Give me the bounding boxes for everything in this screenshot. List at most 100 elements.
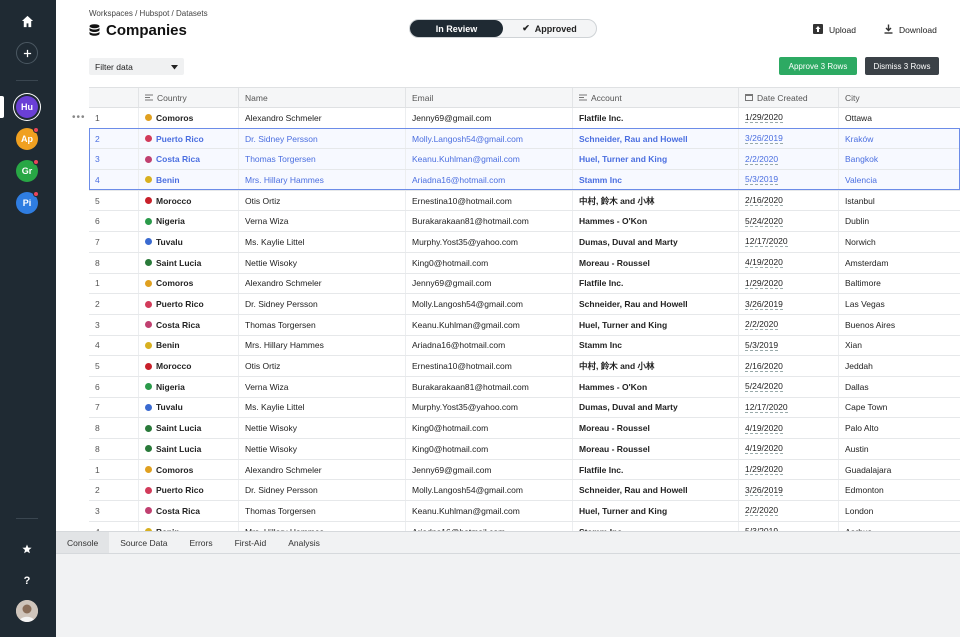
cell-email[interactable]: Molly.Langosh54@gmail.com (406, 294, 573, 314)
cell-date-created[interactable]: 2/2/2020 (739, 501, 839, 521)
row-number[interactable]: 3 (89, 501, 139, 521)
cell-country[interactable]: Benin (139, 521, 239, 531)
tab-approved[interactable]: ✔ Approved (503, 20, 596, 37)
tab-errors[interactable]: Errors (178, 532, 223, 553)
cell-date-created[interactable]: 2/2/2020 (739, 149, 839, 170)
row-number[interactable]: 3 (89, 314, 139, 335)
cell-account[interactable]: Stamm Inc (573, 170, 739, 190)
cell-city[interactable]: Dallas (839, 377, 960, 397)
cell-name[interactable]: Nettie Wisoky (239, 439, 406, 459)
cell-date-created[interactable]: 5/24/2020 (739, 211, 839, 232)
cell-name[interactable]: Thomas Torgersen (239, 149, 406, 170)
cell-account[interactable]: Moreau - Roussel (573, 418, 739, 438)
cell-city[interactable]: Palo Alto (839, 418, 960, 438)
row-number[interactable]: 2 (89, 480, 139, 501)
cell-date-created[interactable]: 2/16/2020 (739, 190, 839, 211)
cell-account[interactable]: Stamm Inc (573, 521, 739, 531)
cell-city[interactable]: Jeddah (839, 356, 960, 376)
row-number[interactable]: 8 (89, 418, 139, 438)
dismiss-rows-button[interactable]: Dismiss 3 Rows (865, 57, 939, 75)
table-row[interactable]: 7 Tuvalu Ms. Kaylie Littel Murphy.Yost35@ya… (89, 232, 960, 253)
table-row[interactable]: 1 Comoros Alexandro Schmeler Jenny69@gmail.… (89, 459, 960, 481)
cell-email[interactable]: Murphy.Yost35@yahoo.com (406, 232, 573, 252)
cell-country[interactable]: Costa Rica (139, 501, 239, 521)
table-row[interactable]: 4BeninMrs. Hillary HammesAriadna16@hotma… (89, 170, 960, 191)
cell-country[interactable]: Comoros (139, 459, 239, 480)
row-number[interactable]: 4 (89, 335, 139, 356)
cell-name[interactable]: Verna Wiza (239, 376, 406, 397)
table-row[interactable]: 2 Puerto Rico Dr. Sidney Persson Molly.Lang… (89, 294, 960, 315)
cell-date-created[interactable]: 4/19/2020 (739, 418, 839, 438)
cell-email[interactable]: King0@hotmail.com (406, 439, 573, 459)
workspace-avatar-gr[interactable]: Gr (16, 159, 39, 182)
cell-date-created[interactable]: 2/16/2020 (739, 356, 839, 376)
cell-country[interactable]: Tuvalu (139, 397, 239, 418)
cell-account[interactable]: Dumas, Duval and Marty (573, 232, 739, 252)
cell-country[interactable]: Morocco (139, 356, 239, 376)
cell-date-created[interactable]: 4/19/2020 (739, 252, 839, 273)
star-icon[interactable] (16, 538, 38, 560)
cell-account[interactable]: Moreau - Roussel (573, 252, 739, 273)
cell-city[interactable]: Edmonton (839, 480, 960, 500)
column-header-city[interactable]: City (839, 88, 960, 107)
table-row[interactable]: 8 Saint Lucia Nettie Wisoky King0@hotmail.c… (89, 439, 960, 460)
download-button[interactable]: Download (884, 24, 937, 36)
row-number[interactable]: 1 (89, 108, 139, 128)
row-number[interactable]: 3 (89, 149, 139, 170)
cell-country[interactable]: Morocco (139, 190, 239, 211)
cell-city[interactable]: Xian (839, 336, 960, 356)
row-number[interactable]: 2 (89, 128, 139, 149)
cell-account[interactable]: 中村, 鈴木 and 小林 (573, 356, 739, 376)
cell-date-created[interactable]: 5/3/2019 (739, 170, 839, 190)
cell-email[interactable]: Jenny69@gmail.com (406, 459, 573, 480)
cell-date-created[interactable]: 4/19/2020 (739, 439, 839, 459)
cell-email[interactable]: Keanu.Kuhlman@gmail.com (406, 314, 573, 335)
cell-name[interactable]: Dr. Sidney Persson (239, 128, 406, 149)
cell-name[interactable]: Ms. Kaylie Littel (239, 232, 406, 252)
cell-date-created[interactable]: 12/17/2020 (739, 397, 839, 418)
row-number[interactable]: 5 (89, 190, 139, 211)
cell-email[interactable]: Ernestina10@hotmail.com (406, 190, 573, 211)
tab-console[interactable]: Console (56, 532, 110, 553)
table-row[interactable]: 8 Saint Lucia Nettie Wisoky King0@hotmail.c… (89, 252, 960, 274)
cell-city[interactable]: Istanbul (839, 191, 960, 211)
cell-account[interactable]: Schneider, Rau and Howell (573, 480, 739, 501)
cell-city[interactable]: Las Vegas (839, 294, 960, 314)
cell-country[interactable]: Costa Rica (139, 314, 239, 335)
cell-email[interactable]: Keanu.Kuhlman@gmail.com (406, 501, 573, 521)
cell-country[interactable]: Benin (139, 335, 239, 356)
table-row[interactable]: 7 Tuvalu Ms. Kaylie Littel Murphy.Yost35@ya… (89, 397, 960, 419)
cell-name[interactable]: Otis Ortiz (239, 356, 406, 376)
cell-email[interactable]: Ernestina10@hotmail.com (406, 356, 573, 376)
cell-country[interactable]: Tuvalu (139, 232, 239, 252)
tab-in-review[interactable]: In Review (410, 20, 503, 37)
cell-name[interactable]: Otis Ortiz (239, 190, 406, 211)
cell-email[interactable]: Ariadna16@hotmail.com (406, 170, 573, 190)
home-icon[interactable] (16, 10, 38, 32)
cell-date-created[interactable]: 2/2/2020 (739, 314, 839, 335)
cell-country[interactable]: Nigeria (139, 211, 239, 232)
cell-date-created[interactable]: 1/29/2020 (739, 108, 839, 128)
table-row[interactable]: 3 Costa Rica Thomas Torgersen Keanu.Kuhlman… (89, 149, 960, 171)
column-header-country[interactable]: Country (139, 88, 239, 107)
row-number[interactable]: 7 (89, 232, 139, 252)
cell-name[interactable]: Mrs. Hillary Hammes (239, 521, 406, 531)
cell-city[interactable]: Guadalajara (839, 460, 960, 480)
cell-name[interactable]: Thomas Torgersen (239, 314, 406, 335)
cell-name[interactable]: Mrs. Hillary Hammes (239, 170, 406, 190)
cell-date-created[interactable]: 5/24/2020 (739, 376, 839, 397)
table-row[interactable]: 4BeninMrs. Hillary HammesAriadna16@hotma… (89, 521, 960, 531)
help-icon[interactable]: ? (16, 570, 38, 592)
cell-name[interactable]: Dr. Sidney Persson (239, 480, 406, 501)
cell-email[interactable]: Ariadna16@hotmail.com (406, 335, 573, 356)
column-header-name[interactable]: Name (239, 88, 406, 107)
table-row[interactable]: 6 Nigeria Verna Wiza Burakarakaan81@hotmail… (89, 211, 960, 233)
cell-city[interactable]: Baltimore (839, 274, 960, 294)
row-number[interactable]: 1 (89, 273, 139, 294)
cell-date-created[interactable]: 12/17/2020 (739, 232, 839, 252)
row-number[interactable]: 8 (89, 252, 139, 273)
cell-country[interactable]: Puerto Rico (139, 128, 239, 149)
cell-date-created[interactable]: 3/26/2019 (739, 480, 839, 501)
cell-name[interactable]: Nettie Wisoky (239, 252, 406, 273)
table-row[interactable]: 1 Comoros Alexandro Schmeler Jenny69@gmail.… (89, 108, 960, 129)
